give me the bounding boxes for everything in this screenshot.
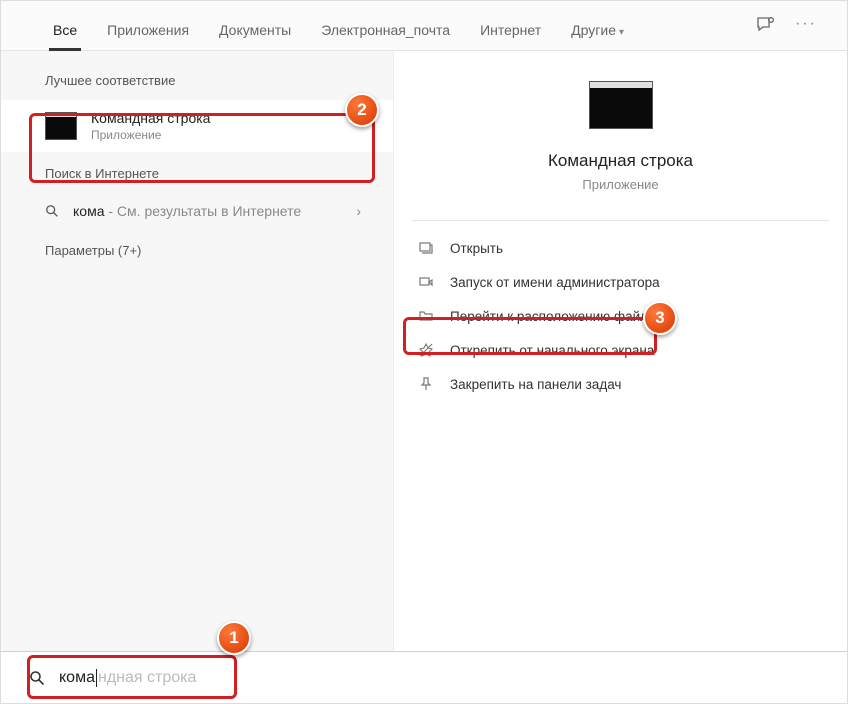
preview-title: Командная строка bbox=[424, 151, 817, 171]
admin-icon bbox=[418, 274, 440, 290]
action-unpin-start[interactable]: Открепить от начального экрана bbox=[406, 333, 835, 367]
filter-tabs: Все Приложения Документы Электронная_поч… bbox=[1, 1, 847, 51]
action-pin-taskbar[interactable]: Закрепить на панели задач bbox=[406, 367, 835, 401]
tab-email[interactable]: Электронная_почта bbox=[317, 22, 454, 50]
preview-header: Командная строка Приложение bbox=[394, 81, 847, 192]
annotation-badge-1: 1 bbox=[217, 621, 251, 655]
chevron-down-icon: ▾ bbox=[619, 27, 624, 38]
more-options-icon[interactable]: ··· bbox=[795, 15, 817, 33]
tab-apps[interactable]: Приложения bbox=[103, 22, 193, 50]
web-suffix: - См. результаты в Интернете bbox=[104, 203, 301, 219]
tab-all[interactable]: Все bbox=[49, 22, 81, 50]
result-title: Командная строка bbox=[91, 110, 210, 126]
result-web-search[interactable]: кома - См. результаты в Интернете › bbox=[1, 193, 393, 229]
action-run-as-admin-label: Запуск от имени администратора bbox=[450, 275, 660, 290]
action-pin-taskbar-label: Закрепить на панели задач bbox=[450, 377, 621, 392]
text-caret bbox=[96, 669, 97, 687]
annotation-badge-3: 3 bbox=[643, 301, 677, 335]
action-open-label: Открыть bbox=[450, 241, 503, 256]
tab-internet[interactable]: Интернет bbox=[476, 22, 545, 50]
windows-search-panel: Все Приложения Документы Электронная_поч… bbox=[0, 0, 848, 704]
tab-more[interactable]: Другие▾ bbox=[567, 22, 628, 50]
action-open-file-location-label: Перейти к расположению файла bbox=[450, 309, 656, 324]
result-command-prompt[interactable]: Командная строка Приложение bbox=[1, 100, 393, 152]
divider bbox=[412, 220, 829, 221]
tab-more-label: Другие bbox=[571, 22, 616, 38]
unpin-icon bbox=[418, 342, 440, 358]
folder-icon bbox=[418, 308, 440, 324]
preview-pane: Командная строка Приложение Открыть Запу… bbox=[393, 51, 847, 653]
section-best-match: Лучшее соответствие bbox=[1, 69, 393, 100]
search-icon bbox=[29, 670, 45, 686]
action-open[interactable]: Открыть bbox=[406, 231, 835, 265]
result-subtitle: Приложение bbox=[91, 128, 210, 142]
search-icon bbox=[45, 204, 61, 218]
annotation-badge-2: 2 bbox=[345, 93, 379, 127]
results-list: Лучшее соответствие Командная строка При… bbox=[1, 51, 393, 653]
feedback-icon[interactable] bbox=[755, 15, 775, 35]
search-bar[interactable]: командная строка bbox=[1, 651, 847, 703]
search-suggestion-text: ндная строка bbox=[98, 669, 196, 687]
web-result-text: кома - См. результаты в Интернете bbox=[73, 203, 301, 219]
action-list: Открыть Запуск от имени администратора П… bbox=[394, 231, 847, 401]
search-typed-text: кома bbox=[59, 669, 95, 687]
results-area: Лучшее соответствие Командная строка При… bbox=[1, 51, 847, 653]
cmd-icon-large bbox=[589, 81, 653, 129]
preview-type: Приложение bbox=[424, 177, 817, 192]
action-run-as-admin[interactable]: Запуск от имени администратора bbox=[406, 265, 835, 299]
section-web-search: Поиск в Интернете bbox=[1, 152, 393, 193]
tab-documents[interactable]: Документы bbox=[215, 22, 295, 50]
chevron-right-icon: › bbox=[356, 203, 361, 219]
cmd-icon bbox=[45, 112, 77, 140]
result-text: Командная строка Приложение bbox=[91, 110, 210, 142]
pin-icon bbox=[418, 376, 440, 392]
section-settings[interactable]: Параметры (7+) bbox=[1, 229, 393, 270]
open-icon bbox=[418, 240, 440, 256]
web-query: кома bbox=[73, 203, 104, 219]
action-unpin-start-label: Открепить от начального экрана bbox=[450, 343, 654, 358]
action-open-file-location[interactable]: Перейти к расположению файла bbox=[406, 299, 835, 333]
